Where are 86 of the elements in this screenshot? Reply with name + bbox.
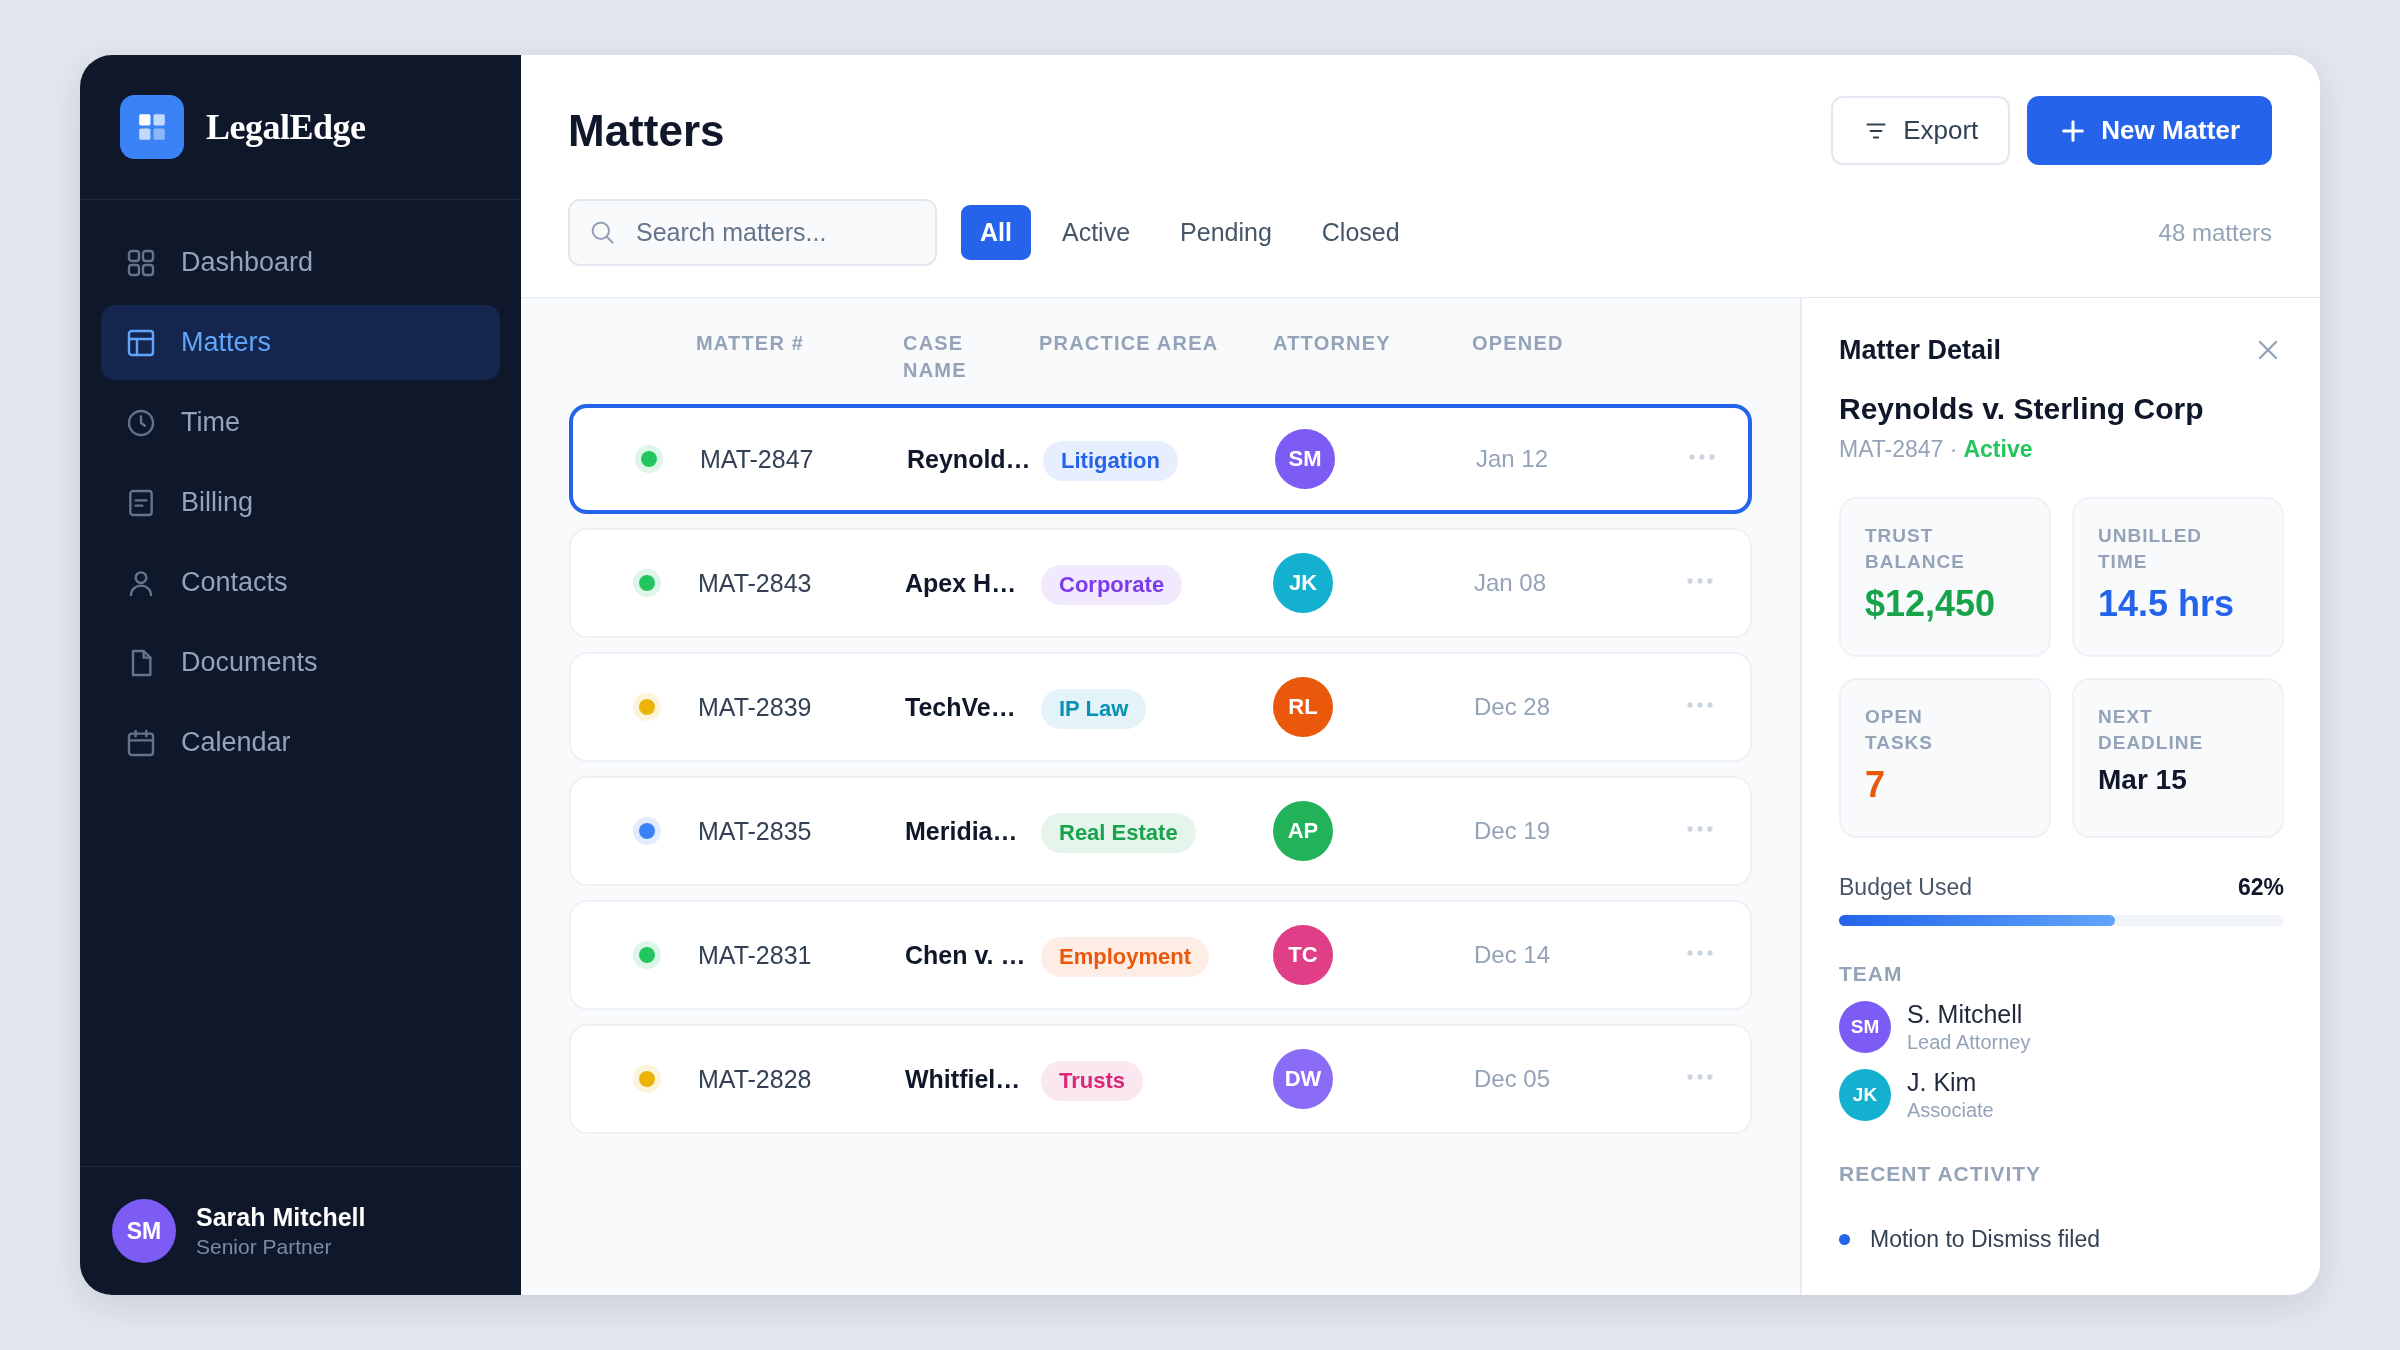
activity-text: Motion to Dismiss filed	[1870, 1226, 2101, 1253]
new-matter-button[interactable]: New Matter	[2027, 96, 2272, 165]
nav-item[interactable]: Contacts	[101, 545, 500, 620]
attorney-avatar: SM	[1275, 429, 1335, 489]
practice-area-tag: IP Law	[1041, 689, 1147, 729]
member-avatar: JK	[1839, 1069, 1891, 1121]
attorney-avatar: TC	[1273, 925, 1333, 985]
logo-icon	[120, 95, 184, 159]
case-name: Whitfiel…	[905, 1064, 1022, 1094]
opened-date: Dec 19	[1474, 817, 1552, 845]
opened-date: Jan 12	[1476, 445, 1550, 473]
matter-number: MAT-2828	[698, 1064, 813, 1094]
stat-value: $12,450	[1865, 583, 1997, 625]
matter-row[interactable]: MAT-2847 Reynold… Litigation SM Jan 12	[569, 404, 1752, 514]
user-avatar: SM	[112, 1199, 176, 1263]
column-header: OPENED	[1472, 331, 1565, 356]
column-header: MATTER #	[696, 331, 806, 356]
nav-item[interactable]: Matters	[101, 305, 500, 380]
budget-percent: 62%	[2237, 874, 2284, 901]
column-header: CASE NAME	[903, 331, 968, 383]
member-avatar: SM	[1839, 1001, 1891, 1053]
stat-value: 14.5 hrs	[2098, 583, 2236, 625]
stat-label: TRUST BALANCE	[1865, 524, 1966, 574]
attorney-avatar: AP	[1273, 801, 1333, 861]
matter-row[interactable]: MAT-2839 TechVe… IP Law RL Dec 28	[569, 652, 1752, 762]
stat-value: Mar 15	[2098, 764, 2188, 796]
attorney-avatar: DW	[1273, 1049, 1333, 1109]
nav-item[interactable]: Dashboard	[101, 225, 500, 300]
matter-number: MAT-2847	[700, 444, 815, 474]
member-role: Associate	[1907, 1099, 1994, 1122]
section-heading: TEAM	[1839, 962, 1904, 986]
matter-row[interactable]: MAT-2831 Chen v. … Employment TC Dec 14	[569, 900, 1752, 1010]
filter-tab[interactable]: Active	[1042, 205, 1150, 260]
stat-label: UNBILLED TIME	[2098, 524, 2204, 574]
filter-tab[interactable]: Pending	[1161, 205, 1291, 260]
section-heading: RECENT ACTIVITY	[1839, 1162, 2043, 1186]
practice-area-tag: Trusts	[1041, 1061, 1144, 1101]
matter-number: MAT-2831	[698, 940, 813, 970]
stat-value: 7	[1865, 764, 1887, 806]
page-title: Matters	[568, 105, 725, 156]
opened-date: Dec 05	[1474, 1065, 1552, 1093]
status-label: Active	[1963, 436, 2033, 463]
practice-area-tag: Litigation	[1043, 441, 1178, 481]
practice-area-tag: Real Estate	[1041, 813, 1196, 853]
case-title: Reynolds v. Sterling Corp	[1839, 392, 2205, 426]
panel-title: Matter Detail	[1839, 334, 2002, 366]
nav-item[interactable]: Billing	[101, 465, 500, 540]
stat-label: OPEN TASKS	[1865, 705, 1934, 755]
nav-item[interactable]: Time	[101, 385, 500, 460]
matter-reference: MAT-2847 ·	[1839, 436, 1958, 463]
case-name: Chen v. …	[905, 940, 1027, 970]
user-name: Sarah Mitchell	[196, 1203, 366, 1232]
matter-row[interactable]: MAT-2835 Meridia… Real Estate AP Dec 19	[569, 776, 1752, 886]
opened-date: Dec 28	[1474, 693, 1552, 721]
case-name: Apex H…	[905, 568, 1018, 598]
matter-row[interactable]: MAT-2828 Whitfiel… Trusts DW Dec 05	[569, 1024, 1752, 1134]
user-role: Senior Partner	[196, 1235, 333, 1259]
stat-label: NEXT DEADLINE	[2098, 705, 2205, 755]
matter-number: MAT-2835	[698, 816, 813, 846]
case-name: TechVe…	[905, 692, 1017, 722]
brand-name: LegalEdge	[206, 106, 366, 148]
practice-area-tag: Employment	[1041, 937, 1210, 977]
practice-area-tag: Corporate	[1041, 565, 1183, 605]
case-name: Meridia…	[905, 816, 1019, 846]
attorney-avatar: JK	[1273, 553, 1333, 613]
filter-tab[interactable]: All	[961, 205, 1031, 260]
member-role: Lead Attorney	[1907, 1031, 2031, 1054]
nav-item[interactable]: Documents	[101, 625, 500, 700]
column-header: PRACTICE AREA	[1039, 331, 1220, 356]
attorney-avatar: RL	[1273, 677, 1333, 737]
opened-date: Dec 14	[1474, 941, 1552, 969]
case-name: Reynold…	[907, 444, 1032, 474]
member-name: J. Kim	[1907, 1068, 1978, 1097]
member-name: S. Mitchell	[1907, 1000, 2024, 1029]
opened-date: Jan 08	[1474, 569, 1548, 597]
matter-number: MAT-2839	[698, 692, 813, 722]
budget-label: Budget Used	[1839, 874, 1972, 901]
activity-dot	[1839, 1234, 1850, 1245]
search-field[interactable]: Search matters...	[568, 199, 937, 266]
matter-count: 48 matters	[2158, 218, 2272, 247]
export-button[interactable]: Export	[1831, 96, 2011, 165]
matter-row[interactable]: MAT-2843 Apex H… Corporate JK Jan 08	[569, 528, 1752, 638]
nav-item[interactable]: Calendar	[101, 705, 500, 780]
column-header: ATTORNEY	[1273, 331, 1392, 356]
filter-tab[interactable]: Closed	[1302, 205, 1419, 260]
matter-number: MAT-2843	[698, 568, 813, 598]
